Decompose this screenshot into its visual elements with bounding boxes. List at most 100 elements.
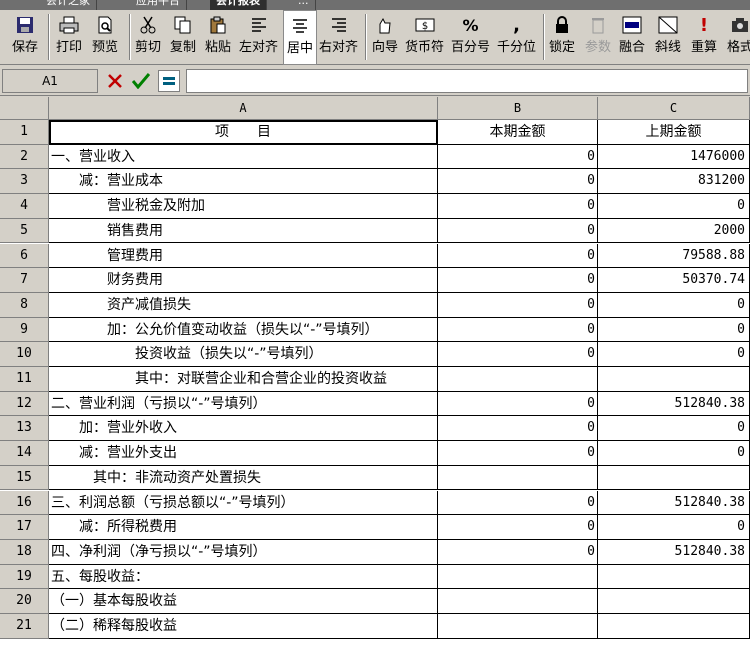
cell-a[interactable]: 其中：对联营企业和合营企业的投资收益 [49, 367, 438, 392]
cell-b[interactable] [438, 465, 598, 491]
align-left-button[interactable]: 左对齐 [239, 10, 278, 65]
row-header[interactable]: 16 [0, 490, 49, 516]
cell-a[interactable]: 减：所得税费用 [49, 515, 438, 540]
cell-b[interactable]: 0 [438, 539, 598, 565]
cell-c[interactable]: 上期金额 [598, 120, 750, 145]
row-header[interactable]: 1 [0, 120, 49, 145]
tab-more[interactable]: ... [292, 0, 316, 10]
cell-b[interactable]: 本期金额 [438, 120, 598, 145]
thousands-separator-button[interactable]: , 千分位 [497, 10, 536, 65]
cancel-edit-button[interactable] [104, 70, 126, 92]
percent-button[interactable]: % 百分号 [451, 10, 490, 65]
copy-button[interactable]: 复制 [170, 10, 196, 65]
cell-a[interactable]: 减：营业成本 [49, 169, 438, 195]
recalculate-button[interactable]: ! 重算 [691, 10, 717, 65]
cell-b[interactable]: 0 [438, 515, 598, 540]
cell-a[interactable]: 投资收益（损失以“-”号填列） [49, 342, 438, 367]
cell-a[interactable]: 销售费用 [49, 218, 438, 244]
cell-a[interactable]: 三、利润总额（亏损总额以“-”号填列） [49, 490, 438, 516]
merge-button[interactable]: 融合 [619, 10, 645, 65]
cell-c[interactable]: 831200 [598, 169, 750, 195]
row-header[interactable]: 21 [0, 614, 49, 639]
cell-b[interactable]: 0 [438, 416, 598, 442]
row-header[interactable]: 18 [0, 539, 49, 565]
column-header-a[interactable]: A [49, 97, 438, 120]
print-button[interactable]: 打印 [56, 10, 82, 65]
row-header[interactable]: 14 [0, 441, 49, 466]
save-button[interactable]: 保存 [12, 10, 38, 65]
cell-a[interactable]: 其中：非流动资产处置损失 [49, 465, 438, 491]
cell-c[interactable]: 512840.38 [598, 490, 750, 516]
column-header-b[interactable]: B [438, 97, 598, 120]
cell-a[interactable]: 加：公允价值变动收益（损失以“-”号填列） [49, 317, 438, 343]
confirm-edit-button[interactable] [130, 70, 152, 92]
cell-c[interactable] [598, 589, 750, 614]
paste-button[interactable]: 粘贴 [205, 10, 231, 65]
cell-a[interactable]: 五、每股收益： [49, 564, 438, 590]
align-right-button[interactable]: 右对齐 [319, 10, 358, 65]
cut-button[interactable]: 剪切 [135, 10, 161, 65]
cell-b[interactable]: 0 [438, 391, 598, 417]
row-header[interactable]: 17 [0, 515, 49, 540]
cell-c[interactable]: 0 [598, 292, 750, 318]
wizard-button[interactable]: 向导 [372, 10, 398, 65]
row-header[interactable]: 19 [0, 564, 49, 590]
cell-c[interactable]: 512840.38 [598, 391, 750, 417]
row-header[interactable]: 7 [0, 268, 49, 293]
cell-b[interactable]: 0 [438, 292, 598, 318]
cell-a[interactable]: （二）稀释每股收益 [49, 614, 438, 639]
cell-b[interactable]: 0 [438, 243, 598, 269]
tab-app-platform[interactable]: 应用平台 [130, 0, 187, 10]
parameter-button[interactable]: 参数 [585, 10, 611, 65]
cell-b[interactable]: 0 [438, 441, 598, 466]
lock-button[interactable]: 锁定 [549, 10, 575, 65]
row-header[interactable]: 11 [0, 367, 49, 392]
cell-b[interactable]: 0 [438, 169, 598, 195]
row-header[interactable]: 2 [0, 144, 49, 170]
cell-a[interactable]: 资产减值损失 [49, 292, 438, 318]
row-header[interactable]: 8 [0, 292, 49, 318]
row-header[interactable]: 13 [0, 416, 49, 442]
currency-button[interactable]: $ 货币符 [405, 10, 444, 65]
cell-c[interactable] [598, 465, 750, 491]
preview-button[interactable]: 预览 [92, 10, 118, 65]
cell-c[interactable] [598, 614, 750, 639]
cell-c[interactable]: 0 [598, 317, 750, 343]
cell-reference-box[interactable]: A1 [2, 69, 98, 93]
tab-accounting-home[interactable]: 会计之家 [40, 0, 97, 10]
row-header[interactable]: 3 [0, 169, 49, 195]
cell-b[interactable] [438, 614, 598, 639]
cell-a[interactable]: 管理费用 [49, 243, 438, 269]
cell-a[interactable]: 四、净利润（净亏损以“-”号填列） [49, 539, 438, 565]
row-header[interactable]: 6 [0, 243, 49, 269]
cell-c[interactable]: 0 [598, 416, 750, 442]
align-center-button[interactable]: 居中 [283, 10, 317, 65]
cell-b[interactable]: 0 [438, 218, 598, 244]
format-button[interactable]: 格式 [727, 10, 750, 65]
cell-a[interactable]: 减：营业外支出 [49, 441, 438, 466]
column-header-c[interactable]: C [598, 97, 750, 120]
cell-b[interactable] [438, 367, 598, 392]
row-header[interactable]: 12 [0, 391, 49, 417]
cell-b[interactable]: 0 [438, 317, 598, 343]
row-header[interactable]: 4 [0, 194, 49, 219]
cell-c[interactable]: 79588.88 [598, 243, 750, 269]
cell-c[interactable]: 0 [598, 342, 750, 367]
tab-accounting-reports[interactable]: 会计报表 [210, 0, 267, 10]
cell-c[interactable]: 0 [598, 441, 750, 466]
row-header[interactable]: 9 [0, 317, 49, 343]
cell-b[interactable]: 0 [438, 194, 598, 219]
cell-a[interactable]: 营业税金及附加 [49, 194, 438, 219]
cell-c[interactable]: 0 [598, 515, 750, 540]
cell-c[interactable] [598, 564, 750, 590]
cell-c[interactable]: 50370.74 [598, 268, 750, 293]
cell-a[interactable]: 二、营业利润（亏损以“-”号填列） [49, 391, 438, 417]
cell-b[interactable]: 0 [438, 490, 598, 516]
cell-c[interactable]: 0 [598, 194, 750, 219]
cell-b[interactable]: 0 [438, 268, 598, 293]
row-header[interactable]: 15 [0, 465, 49, 491]
insert-formula-button[interactable] [158, 70, 180, 92]
row-header[interactable]: 20 [0, 589, 49, 614]
cell-a[interactable]: 财务费用 [49, 268, 438, 293]
cell-b[interactable]: 0 [438, 342, 598, 367]
